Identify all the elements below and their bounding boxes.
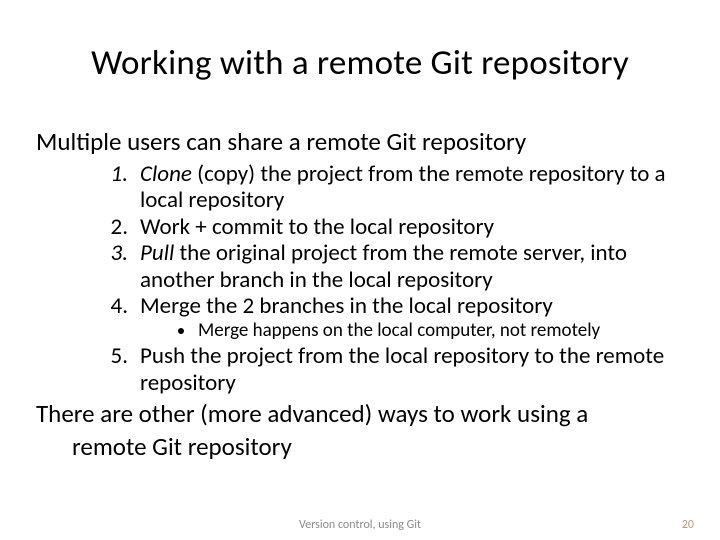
- step-5: Push the project from the local reposito…: [134, 343, 684, 396]
- step-5-text: Push the project from the local reposito…: [140, 342, 664, 396]
- step-3-keyword: Pull: [140, 239, 174, 267]
- step-3-rest: the original project from the remote ser…: [140, 239, 627, 293]
- footer-center-text: Version control, using Git: [0, 518, 720, 532]
- step-3: Pull the original project from the remot…: [134, 240, 684, 293]
- steps-list: Clone (copy) the project from the remote…: [36, 161, 684, 396]
- step-2-text: Work + commit to the local repository: [140, 213, 494, 241]
- step-1-rest: (copy) the project from the remote repos…: [140, 160, 666, 214]
- closing-line-1: There are other (more advanced) ways to …: [36, 400, 684, 429]
- closing-line-2: remote Git repository: [72, 433, 684, 462]
- step-4-sublist: Merge happens on the local computer, not…: [140, 319, 684, 343]
- step-4: Merge the 2 branches in the local reposi…: [134, 293, 684, 343]
- step-1: Clone (copy) the project from the remote…: [134, 161, 684, 214]
- step-4-subnote: Merge happens on the local computer, not…: [196, 319, 684, 343]
- slide: Working with a remote Git repository Mul…: [0, 0, 720, 540]
- slide-body: Multiple users can share a remote Git re…: [36, 128, 684, 466]
- slide-title: Working with a remote Git repository: [0, 42, 720, 84]
- step-4-text: Merge the 2 branches in the local reposi…: [140, 292, 553, 320]
- step-2: Work + commit to the local repository: [134, 214, 684, 240]
- footer-page-number: 20: [682, 518, 694, 532]
- intro-text: Multiple users can share a remote Git re…: [36, 128, 684, 157]
- step-1-keyword: Clone: [140, 160, 192, 188]
